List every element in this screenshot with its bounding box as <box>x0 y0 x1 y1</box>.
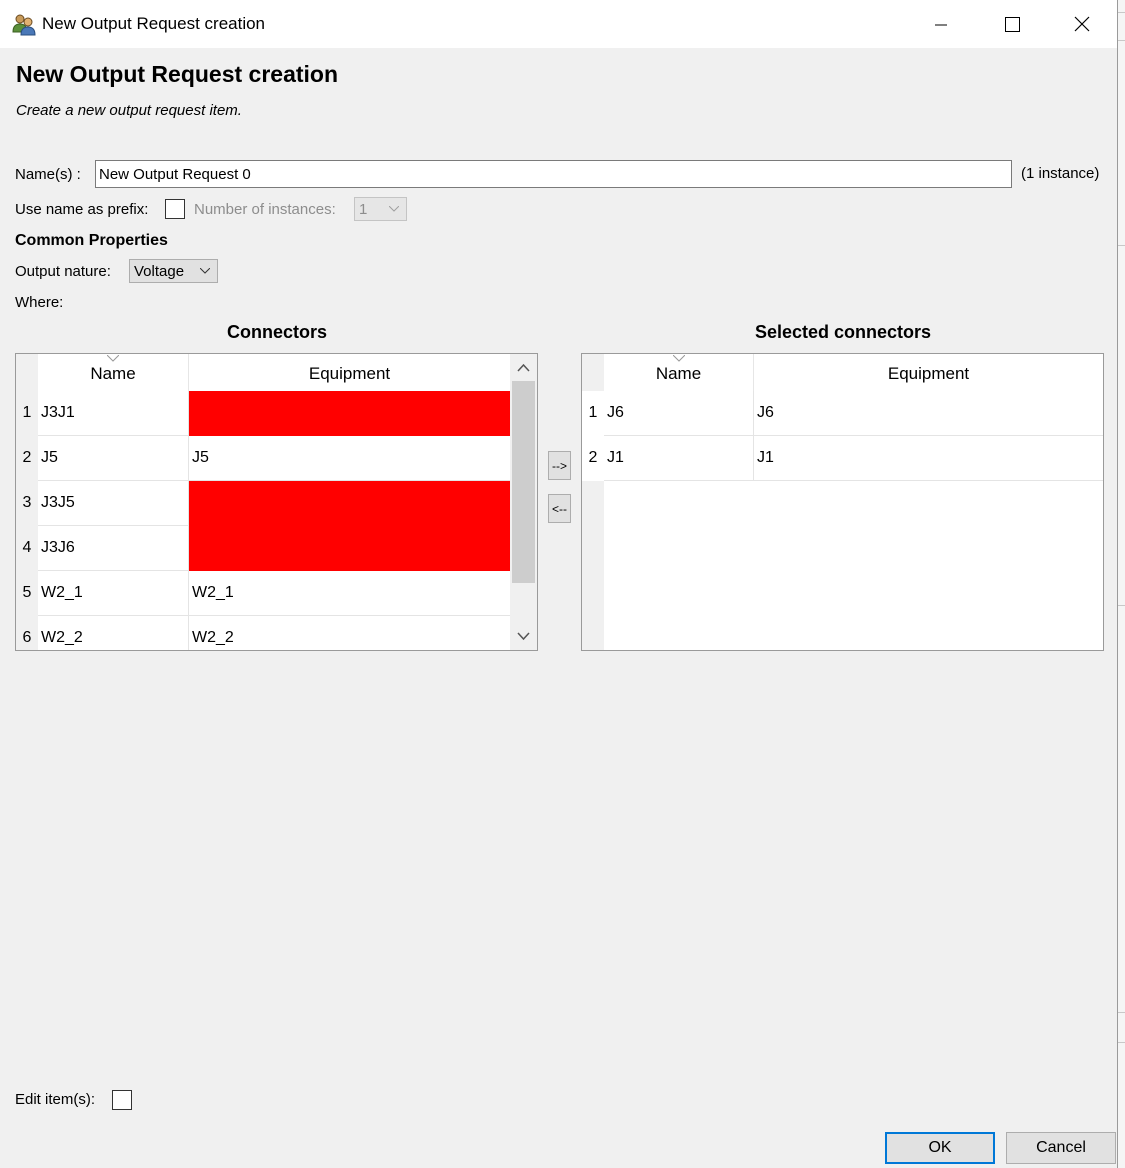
minimize-icon <box>935 24 947 26</box>
equipment-cell-error[interactable] <box>189 391 511 436</box>
row-number: 4 <box>16 526 38 571</box>
equipment-cell-error[interactable] <box>189 481 511 526</box>
row-number: 3 <box>16 481 38 526</box>
column-header-label: Name <box>90 364 136 383</box>
output-nature-value: Voltage <box>134 263 185 280</box>
selected-connectors-table: Name Equipment 1 J6 J6 2 J1 J1 <box>581 353 1104 651</box>
column-header-equipment[interactable]: Equipment <box>754 354 1103 391</box>
equipment-cell-error[interactable] <box>189 526 511 571</box>
connectors-title: Connectors <box>226 322 327 342</box>
where-label: Where: <box>15 294 64 311</box>
row-number: 6 <box>16 616 38 650</box>
sort-indicator-icon <box>107 355 119 362</box>
output-nature-select[interactable]: Voltage <box>129 259 218 283</box>
maximize-button[interactable] <box>976 0 1046 48</box>
name-cell[interactable]: J3J6 <box>38 526 189 571</box>
instances-select[interactable]: 1 <box>354 197 407 221</box>
name-cell[interactable]: J3J5 <box>38 481 189 526</box>
chevron-down-icon <box>200 268 210 274</box>
output-nature-label: Output nature: <box>15 263 111 280</box>
selected-connectors-title: Selected connectors <box>754 322 932 342</box>
users-icon <box>12 14 36 36</box>
equipment-cell[interactable]: J6 <box>754 391 1103 436</box>
column-header-equipment[interactable]: Equipment <box>189 354 511 391</box>
page-title: New Output Request creation <box>16 61 339 87</box>
names-input[interactable] <box>95 160 1012 188</box>
row-number: 1 <box>16 391 38 436</box>
name-cell[interactable]: J5 <box>38 436 189 481</box>
cancel-button[interactable]: Cancel <box>1006 1132 1116 1164</box>
equipment-cell[interactable]: W2_2 <box>189 616 511 650</box>
row-number: 2 <box>582 436 604 481</box>
title-bar: New Output Request creation <box>0 0 1117 48</box>
row-number: 5 <box>16 571 38 616</box>
column-header-name[interactable]: Name <box>604 354 754 391</box>
column-header-label: Equipment <box>887 364 970 383</box>
maximize-icon <box>1005 17 1020 32</box>
add-connector-button[interactable]: --> <box>548 451 571 480</box>
name-cell[interactable]: J6 <box>604 391 754 436</box>
names-label: Name(s) : <box>15 166 81 183</box>
close-button[interactable] <box>1046 0 1116 48</box>
instance-count: (1 instance) <box>1021 165 1100 182</box>
name-cell[interactable]: J3J1 <box>38 391 189 436</box>
close-icon <box>1074 16 1090 32</box>
background-window-edge <box>1118 0 1125 1168</box>
edit-items-label: Edit item(s): <box>15 1091 96 1108</box>
instances-value: 1 <box>359 201 368 218</box>
column-header-label: Equipment <box>308 364 391 383</box>
sort-indicator-icon <box>672 355 685 362</box>
chevron-down-icon <box>389 206 399 212</box>
equipment-cell[interactable]: J5 <box>189 436 511 481</box>
window-title: New Output Request creation <box>42 14 266 33</box>
equipment-cell[interactable]: W2_1 <box>189 571 511 616</box>
name-cell[interactable]: J1 <box>604 436 754 481</box>
chevron-down-icon <box>517 632 530 641</box>
chevron-up-icon <box>517 363 530 372</box>
prefix-checkbox[interactable] <box>165 199 185 219</box>
scroll-down-button[interactable] <box>510 626 537 646</box>
name-cell[interactable]: W2_2 <box>38 616 189 650</box>
row-number: 2 <box>16 436 38 481</box>
instances-label: Number of instances: <box>194 201 336 218</box>
page-subtitle: Create a new output request item. <box>16 102 242 119</box>
scroll-up-button[interactable] <box>510 358 537 378</box>
common-properties-heading: Common Properties <box>15 232 168 249</box>
prefix-label: Use name as prefix: <box>15 201 149 218</box>
edit-items-checkbox[interactable] <box>112 1090 132 1110</box>
ok-button[interactable]: OK <box>885 1132 995 1164</box>
name-cell[interactable]: W2_1 <box>38 571 189 616</box>
dialog-window: New Output Request creation New Output R… <box>0 0 1118 1168</box>
minimize-button[interactable] <box>906 0 976 48</box>
vertical-scrollbar[interactable] <box>510 354 537 650</box>
column-header-label: Name <box>655 364 702 383</box>
connectors-table: Name Equipment 1 J3J1 2 J5 J5 3 J3J5 4 J… <box>15 353 538 651</box>
remove-connector-button[interactable]: <-- <box>548 494 571 523</box>
scroll-thumb[interactable] <box>512 381 535 583</box>
row-number: 1 <box>582 391 604 436</box>
column-header-name[interactable]: Name <box>38 354 189 391</box>
equipment-cell[interactable]: J1 <box>754 436 1103 481</box>
